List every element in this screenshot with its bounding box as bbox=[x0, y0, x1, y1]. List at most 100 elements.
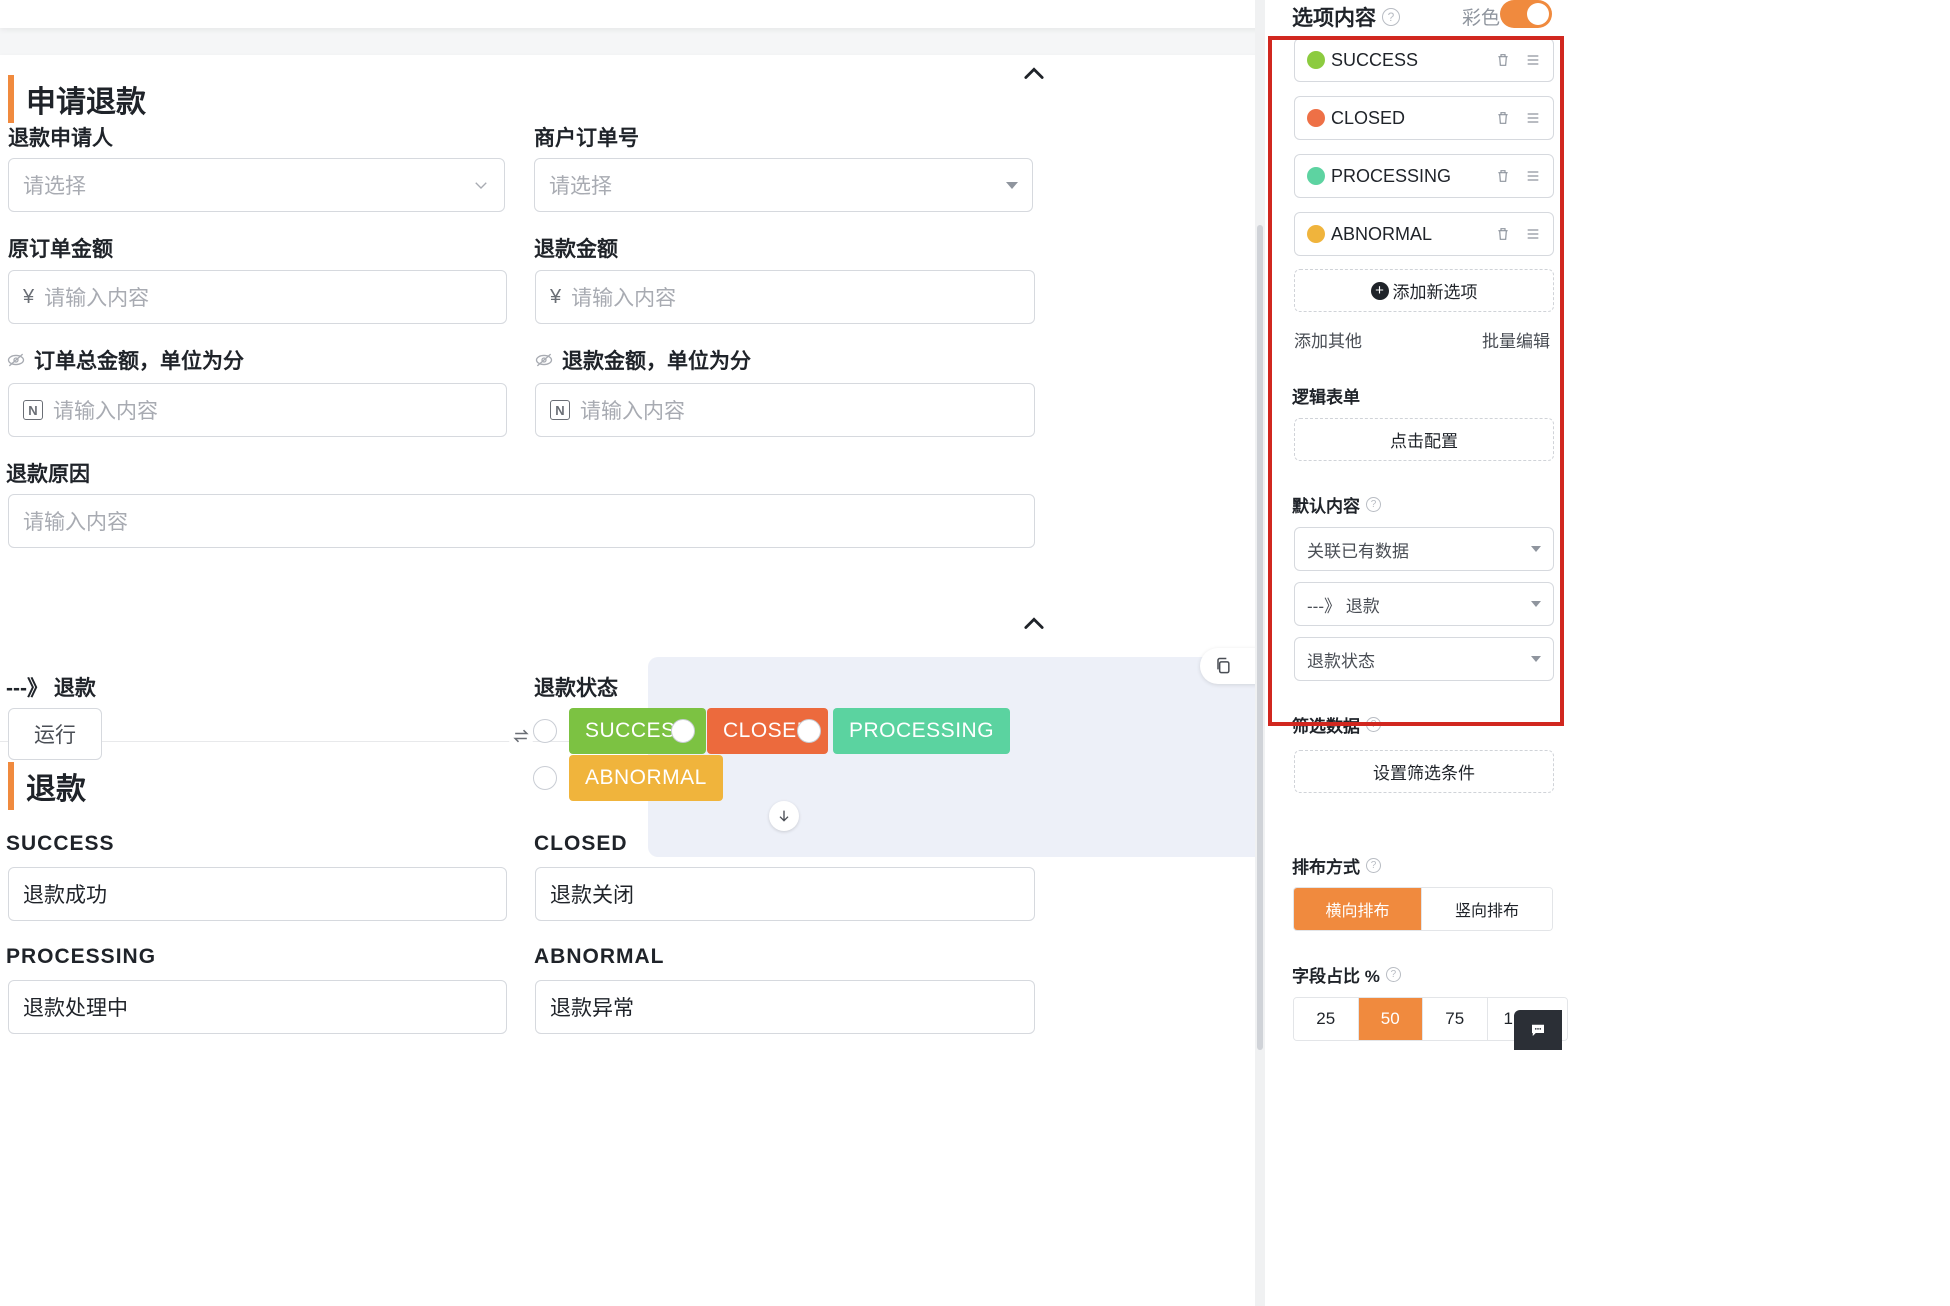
chevron-up-icon[interactable] bbox=[1020, 610, 1048, 638]
trash-icon[interactable] bbox=[1495, 110, 1511, 126]
color-dot[interactable] bbox=[1307, 51, 1325, 69]
trash-icon[interactable] bbox=[1495, 168, 1511, 184]
section-title-refund: 退款 bbox=[8, 762, 86, 810]
layout-vertical[interactable]: 竖向排布 bbox=[1422, 888, 1552, 930]
number-icon: N bbox=[550, 400, 570, 420]
processing-input[interactable]: 退款处理中 bbox=[8, 980, 507, 1034]
option-item-label: SUCCESS bbox=[1331, 49, 1419, 70]
refund-cents-placeholder: 请输入内容 bbox=[580, 400, 685, 423]
success-label: SUCCESS bbox=[6, 832, 115, 855]
yuan-prefix: ¥ bbox=[550, 285, 562, 308]
add-option-button[interactable]: + 添加新选项 bbox=[1294, 269, 1554, 312]
color-dot[interactable] bbox=[1307, 167, 1325, 185]
help-icon[interactable]: ? bbox=[1385, 967, 1401, 982]
reason-label: 退款原因 bbox=[6, 463, 90, 486]
refund-status-field[interactable] bbox=[648, 657, 1308, 857]
run-button[interactable]: 运行 bbox=[8, 708, 102, 760]
success-input[interactable]: 退款成功 bbox=[8, 867, 507, 921]
trash-icon[interactable] bbox=[1495, 52, 1511, 68]
default-field-select[interactable]: 退款状态 bbox=[1294, 637, 1554, 681]
applicant-select[interactable]: 请选择 bbox=[8, 158, 505, 212]
width-title: 字段占比 % bbox=[1292, 967, 1380, 986]
plus-icon: + bbox=[1370, 281, 1389, 300]
filter-config-button[interactable]: 设置筛选条件 bbox=[1294, 750, 1554, 793]
add-other-link[interactable]: 添加其他 bbox=[1294, 327, 1362, 352]
item-actions bbox=[1495, 168, 1541, 184]
yuan-prefix: ¥ bbox=[23, 285, 35, 308]
options-title-wrap: 选项内容 ? bbox=[1292, 2, 1400, 32]
caret-down-icon bbox=[1531, 656, 1541, 662]
colorful-toggle[interactable] bbox=[1500, 0, 1552, 28]
option-item-processing[interactable]: PROCESSING bbox=[1294, 154, 1554, 198]
option-item-success[interactable]: SUCCESS bbox=[1294, 38, 1554, 82]
color-dot[interactable] bbox=[1307, 109, 1325, 127]
add-option-label: 添加新选项 bbox=[1392, 283, 1478, 302]
refund-cents-label-wrap: 退款金额，单位为分 bbox=[534, 345, 751, 375]
order-no-label: 商户订单号 bbox=[534, 127, 639, 150]
default-field-value: 退款状态 bbox=[1307, 651, 1375, 671]
caret-down-icon bbox=[1006, 181, 1018, 189]
order-no-select[interactable]: 请选择 bbox=[534, 158, 1033, 212]
default-title-wrap: 默认内容 ? bbox=[1292, 492, 1381, 517]
trash-icon[interactable] bbox=[1495, 226, 1511, 242]
default-source-select[interactable]: 关联已有数据 bbox=[1294, 527, 1554, 571]
option-abnormal[interactable]: ABNORMAL bbox=[533, 755, 723, 801]
previous-card bbox=[0, 0, 1322, 28]
orig-amount-input[interactable]: ¥ 请输入内容 bbox=[8, 270, 507, 324]
layout-horizontal[interactable]: 横向排布 bbox=[1294, 888, 1423, 930]
options-title: 选项内容 bbox=[1292, 7, 1376, 30]
toggle-knob bbox=[1527, 3, 1549, 25]
total-cents-placeholder: 请输入内容 bbox=[53, 400, 158, 423]
default-form-select[interactable]: ---》 退款 bbox=[1294, 582, 1554, 626]
option-item-label: CLOSED bbox=[1331, 107, 1406, 128]
copy-icon[interactable] bbox=[1213, 656, 1233, 676]
default-source-value: 关联已有数据 bbox=[1307, 541, 1409, 561]
option-processing[interactable]: PROCESSING bbox=[797, 708, 1011, 754]
arrow-down-icon[interactable] bbox=[769, 801, 799, 831]
width-75[interactable]: 75 bbox=[1423, 998, 1488, 1040]
radio[interactable] bbox=[671, 719, 695, 743]
drag-handle-icon[interactable] bbox=[1525, 226, 1541, 242]
processing-value: 退款处理中 bbox=[23, 997, 128, 1020]
radio[interactable] bbox=[533, 719, 557, 743]
chat-icon[interactable] bbox=[1514, 1010, 1562, 1050]
help-icon[interactable]: ? bbox=[1366, 497, 1381, 512]
filter-title-wrap: 筛选数据 ? bbox=[1292, 712, 1381, 737]
chevron-up-icon[interactable] bbox=[1020, 60, 1048, 88]
option-item-closed[interactable]: CLOSED bbox=[1294, 96, 1554, 140]
drag-handle-icon[interactable] bbox=[1525, 168, 1541, 184]
drag-handle-icon[interactable] bbox=[1525, 110, 1541, 126]
radio[interactable] bbox=[797, 719, 821, 743]
item-actions bbox=[1495, 110, 1541, 126]
closed-input[interactable]: 退款关闭 bbox=[535, 867, 1035, 921]
reason-input[interactable]: 请输入内容 bbox=[8, 494, 1035, 548]
total-cents-label-wrap: 订单总金额，单位为分 bbox=[6, 345, 244, 375]
width-25[interactable]: 25 bbox=[1294, 998, 1359, 1040]
layout-title-wrap: 排布方式 ? bbox=[1292, 853, 1381, 878]
batch-edit-link[interactable]: 批量编辑 bbox=[1482, 327, 1550, 352]
order-no-placeholder: 请选择 bbox=[549, 175, 612, 198]
tag-processing: PROCESSING bbox=[833, 708, 1011, 754]
color-dot[interactable] bbox=[1307, 225, 1325, 243]
item-actions bbox=[1495, 226, 1541, 242]
logic-config-button[interactable]: 点击配置 bbox=[1294, 418, 1554, 461]
total-cents-input[interactable]: N 请输入内容 bbox=[8, 383, 507, 437]
drag-handle-icon[interactable] bbox=[1525, 52, 1541, 68]
refund-amount-input[interactable]: ¥ 请输入内容 bbox=[535, 270, 1035, 324]
width-50[interactable]: 50 bbox=[1358, 998, 1423, 1040]
orig-amount-placeholder: 请输入内容 bbox=[44, 287, 150, 310]
abnormal-input[interactable]: 退款异常 bbox=[535, 980, 1035, 1034]
help-icon[interactable]: ? bbox=[1366, 858, 1381, 873]
tag-abnormal: ABNORMAL bbox=[569, 755, 723, 801]
radio[interactable] bbox=[533, 766, 557, 790]
scrollbar-thumb[interactable] bbox=[1257, 225, 1263, 1050]
refund-cents-input[interactable]: N 请输入内容 bbox=[535, 383, 1035, 437]
help-icon[interactable]: ? bbox=[1382, 8, 1400, 26]
option-item-abnormal[interactable]: ABNORMAL bbox=[1294, 212, 1554, 256]
reason-placeholder: 请输入内容 bbox=[23, 511, 128, 534]
applicant-placeholder: 请选择 bbox=[23, 175, 86, 198]
help-icon[interactable]: ? bbox=[1366, 717, 1381, 732]
default-title: 默认内容 bbox=[1292, 497, 1360, 516]
refund-link-label: ---》 退款 bbox=[6, 677, 96, 700]
swap-icon[interactable] bbox=[508, 723, 534, 749]
